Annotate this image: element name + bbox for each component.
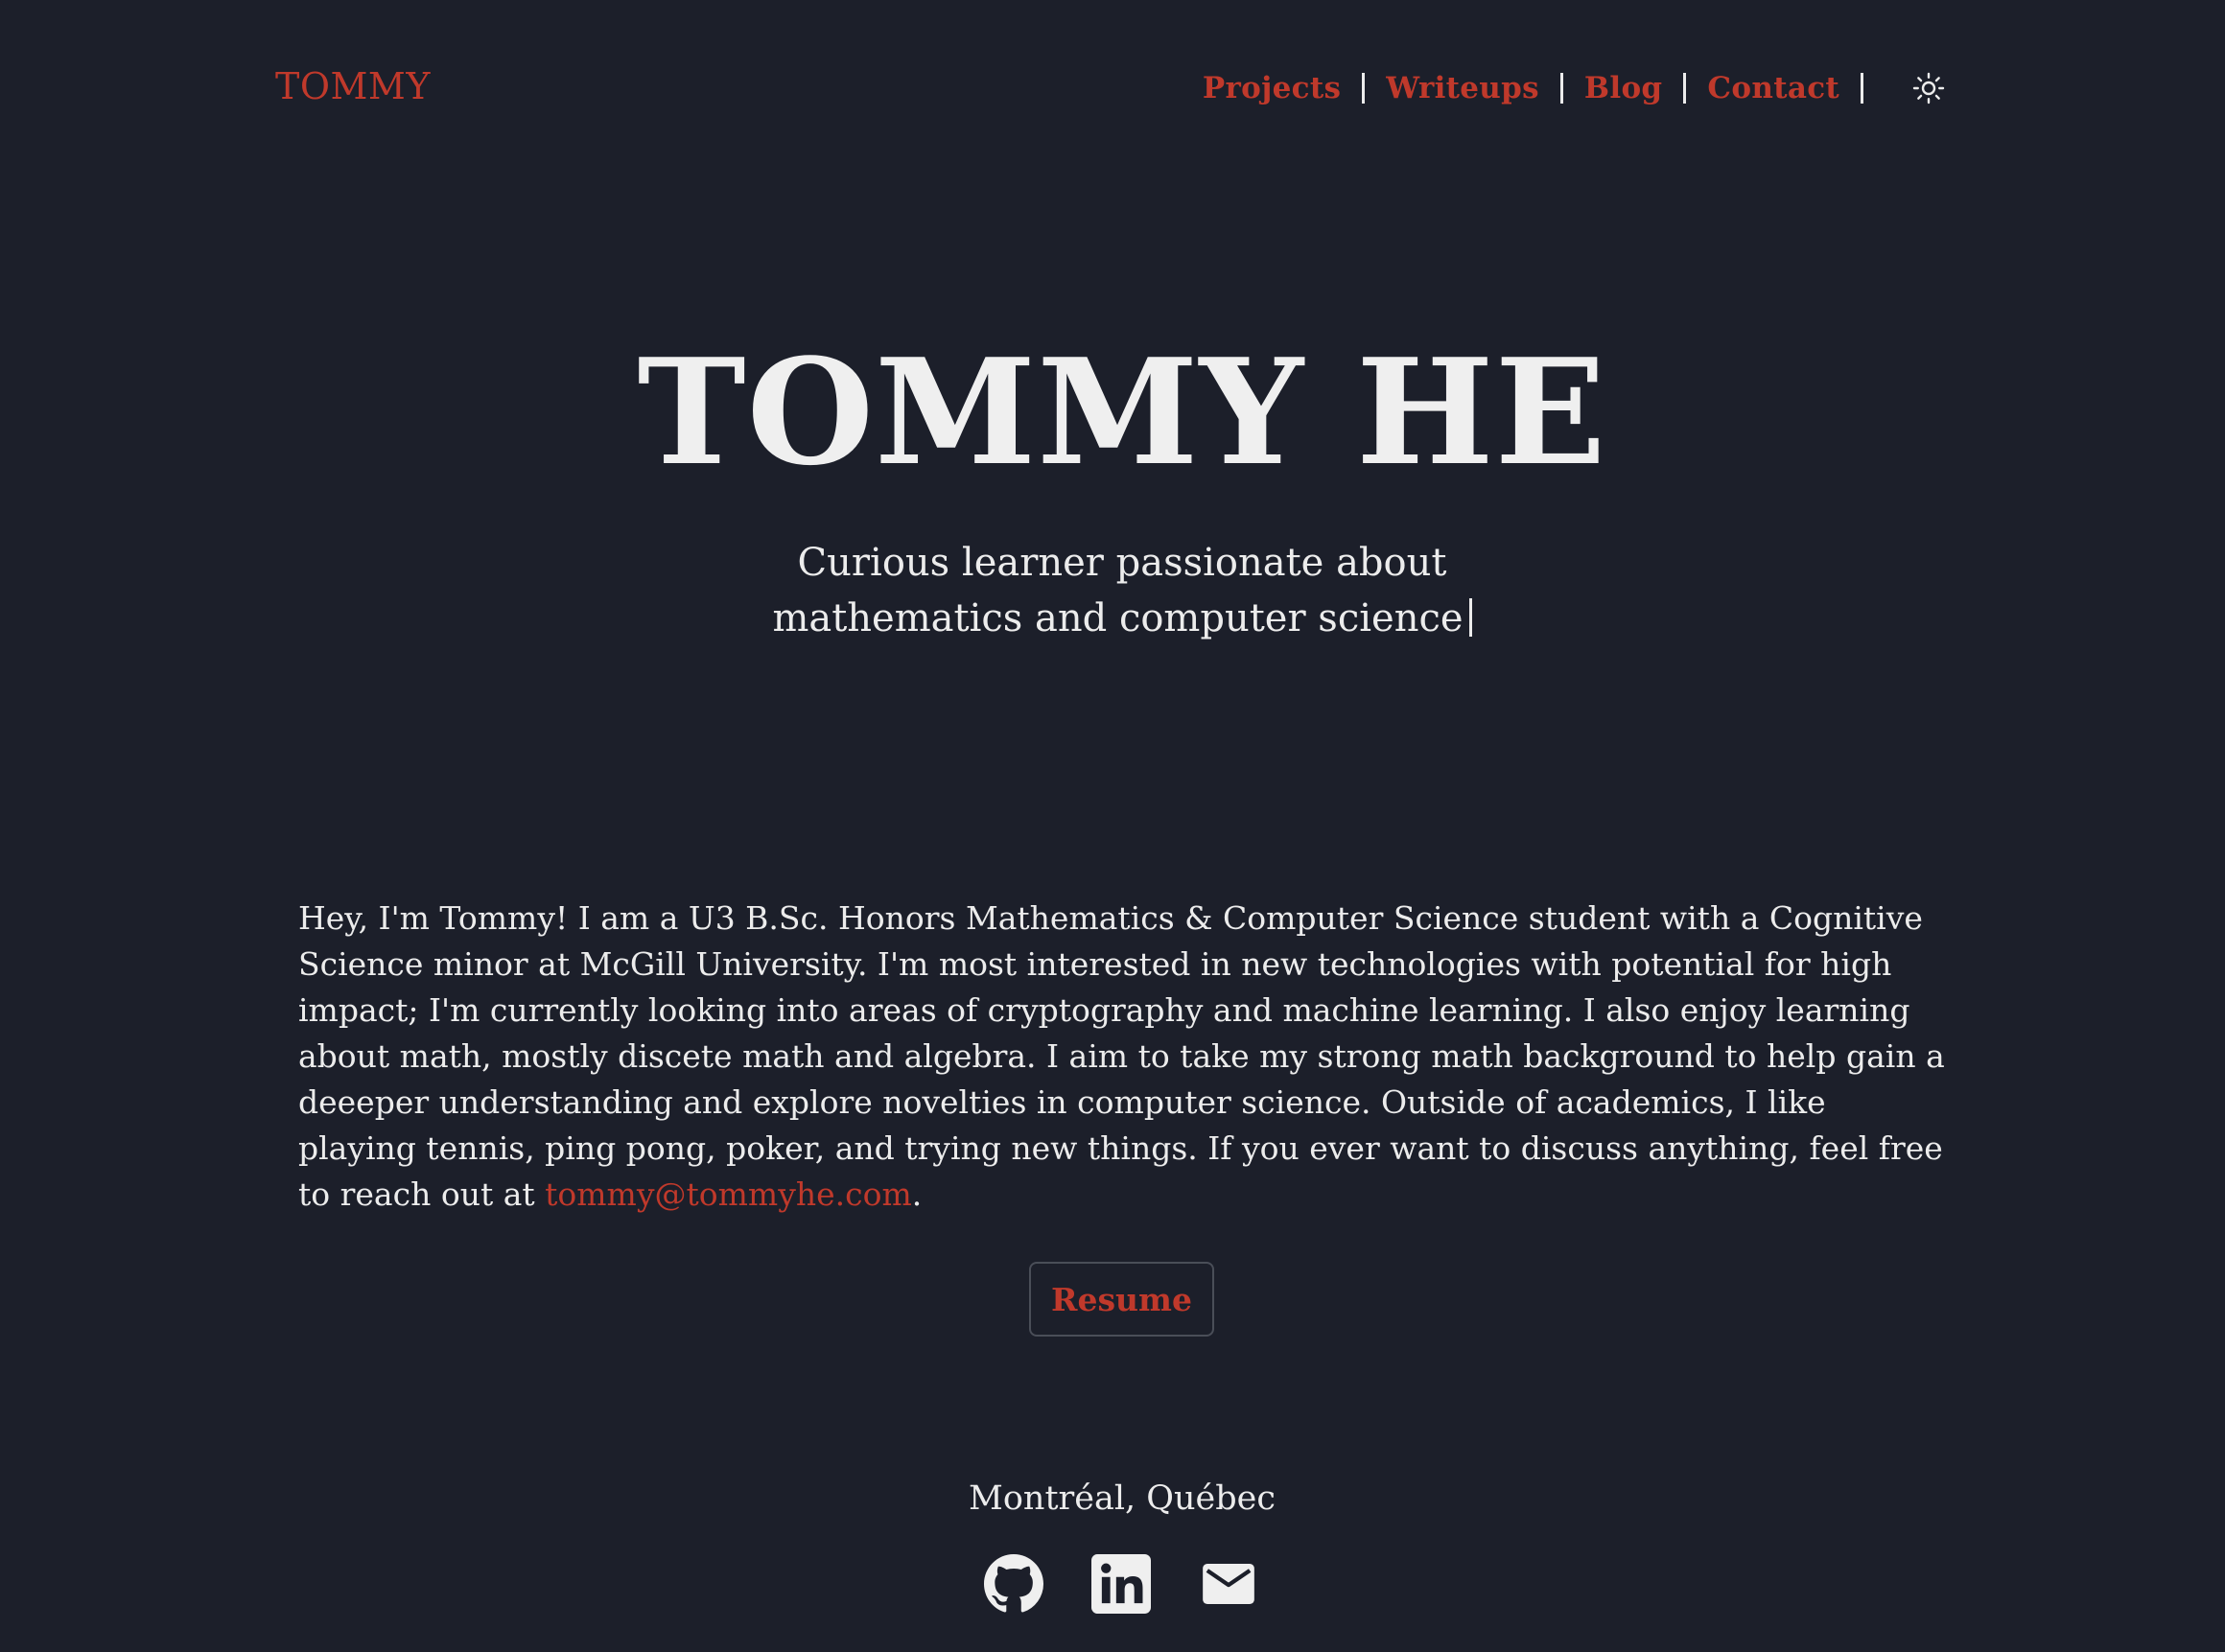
bio-end: . bbox=[911, 1175, 923, 1213]
tagline-line-2: mathematics and computer science bbox=[0, 591, 2225, 646]
location-text: Montréal, Québec bbox=[969, 1479, 1276, 1518]
nav-divider bbox=[1683, 73, 1687, 104]
linkedin-icon bbox=[1091, 1554, 1151, 1614]
logo-link[interactable]: TOMMY bbox=[275, 63, 431, 109]
email-icon-link[interactable] bbox=[1198, 1553, 1259, 1615]
nav-contact[interactable]: Contact bbox=[1707, 71, 1839, 105]
email-link[interactable]: tommy@tommyhe.com bbox=[545, 1175, 912, 1213]
bio-text: Hey, I'm Tommy! I am a U3 B.Sc. Honors M… bbox=[298, 899, 1945, 1213]
resume-button[interactable]: Resume bbox=[1029, 1262, 1214, 1337]
nav-divider bbox=[1559, 73, 1563, 104]
page: TOMMY Projects Writeups Blog Contact TOM… bbox=[0, 0, 2225, 1652]
nav-projects[interactable]: Projects bbox=[1203, 71, 1341, 105]
tagline-line-1: Curious learner passionate about bbox=[797, 541, 1447, 585]
nav-writeups[interactable]: Writeups bbox=[1386, 71, 1539, 105]
bio-paragraph: Hey, I'm Tommy! I am a U3 B.Sc. Honors M… bbox=[298, 896, 1948, 1218]
nav-divider bbox=[1362, 73, 1366, 104]
theme-toggle-button[interactable] bbox=[1909, 69, 1948, 107]
nav-blog[interactable]: Blog bbox=[1584, 71, 1663, 105]
tagline-line-2-text: mathematics and computer science bbox=[772, 596, 1464, 640]
github-icon bbox=[984, 1554, 1043, 1613]
hero-title: TOMMY HE bbox=[637, 326, 1607, 498]
mail-icon bbox=[1203, 1564, 1254, 1604]
hero-tagline: Curious learner passionate about mathema… bbox=[0, 535, 2225, 646]
github-link[interactable] bbox=[983, 1553, 1044, 1615]
social-links bbox=[983, 1553, 1259, 1615]
nav-divider bbox=[1861, 73, 1863, 104]
sun-icon bbox=[1912, 72, 1945, 105]
linkedin-link[interactable] bbox=[1090, 1553, 1152, 1615]
main-nav: Projects Writeups Blog Contact bbox=[1203, 65, 1948, 111]
typing-cursor bbox=[1468, 598, 1472, 637]
